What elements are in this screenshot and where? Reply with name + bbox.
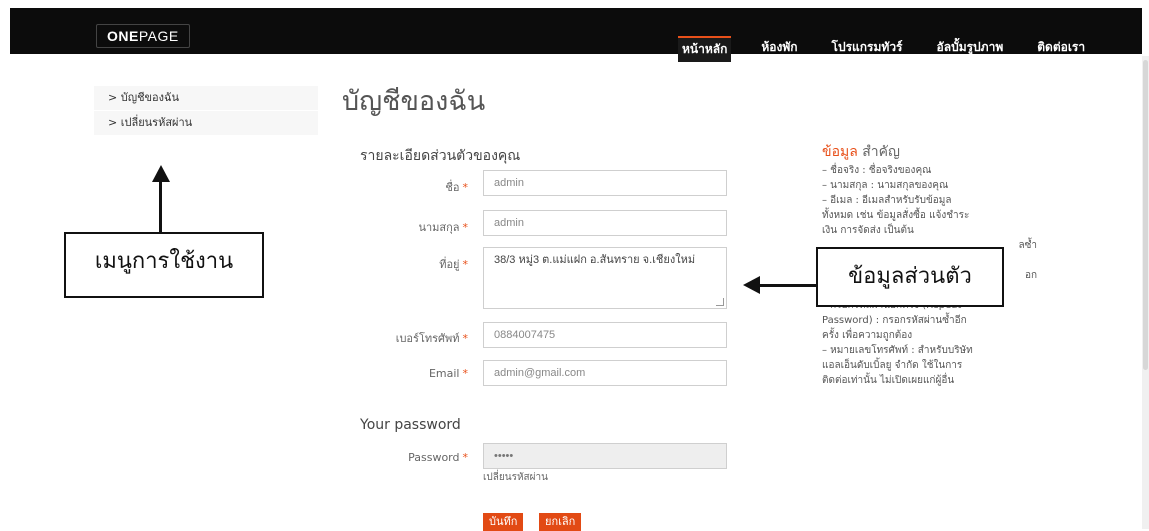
- change-password-link[interactable]: เปลี่ยนรหัสผ่าน: [483, 470, 548, 485]
- main-nav: หน้าหลัก ห้องพัก โปรแกรมทัวร์ อัลบั้มรูป…: [678, 36, 1115, 62]
- last-name-label: นามสกุล *: [418, 221, 469, 234]
- sidebar-menu: > บัญชีของฉัน > เปลี่ยนรหัสผ่าน: [94, 86, 318, 136]
- info-title: ข้อมูล สำคัญ: [822, 144, 900, 160]
- address-value: 38/3 หมู่3 ต.แม่แฝก อ.สันทราย จ.เชียงใหม…: [494, 254, 696, 266]
- info-line: ติดต่อเท่านั้น ไม่เปิดเผยแก่ผู้อื่น: [822, 375, 955, 386]
- last-name-input[interactable]: admin: [483, 210, 727, 236]
- nav-item-home[interactable]: หน้าหลัก: [678, 36, 732, 62]
- phone-label: เบอร์โทรศัพท์ *: [395, 332, 469, 345]
- sidebar-item-my-account[interactable]: > บัญชีของฉัน: [94, 86, 318, 110]
- sidebar-item-change-password[interactable]: > เปลี่ยนรหัสผ่าน: [94, 111, 318, 135]
- required-mark: *: [462, 221, 469, 234]
- required-mark: *: [462, 332, 469, 345]
- nav-item-album[interactable]: อัลบั้มรูปภาพ: [933, 36, 1008, 62]
- first-name-input[interactable]: admin: [483, 170, 727, 196]
- info-line: Password) : กรอกรหัสผ่านซ้ำอีก: [822, 315, 967, 326]
- address-label: ที่อยู่ *: [439, 258, 469, 271]
- resize-handle[interactable]: [716, 298, 724, 306]
- cancel-button[interactable]: ยกเลิก: [539, 513, 582, 531]
- info-line: แอลเอ็นดับเบิ้ลยู จำกัด ใช้ในการ: [822, 360, 963, 371]
- nav-item-contact[interactable]: ติดต่อเรา: [1033, 36, 1089, 62]
- info-line: – ชื่อจริง : ชื่อจริงของคุณ: [822, 165, 932, 176]
- top-margin: [0, 0, 1149, 8]
- email-input[interactable]: admin@gmail.com: [483, 360, 727, 386]
- nav-item-tours[interactable]: โปรแกรมทัวร์: [828, 36, 907, 62]
- scrollbar-thumb[interactable]: [1143, 60, 1148, 370]
- scrollbar[interactable]: [1142, 56, 1149, 529]
- info-line: – อีเมล : อีเมลสำหรับรับข้อมูล: [822, 195, 952, 206]
- nav-item-rooms[interactable]: ห้องพัก: [757, 36, 801, 62]
- arrow-up-shaft: [159, 180, 162, 232]
- email-label: Email *: [428, 367, 469, 380]
- required-mark: *: [462, 258, 469, 271]
- navbar: ONEPAGE หน้าหลัก ห้องพัก โปรแกรมทัวร์ อั…: [10, 8, 1142, 62]
- info-line: ครั้ง เพื่อความถูกต้อง: [822, 330, 913, 341]
- password-label: Password *: [408, 451, 469, 464]
- password-input: •••••: [483, 443, 727, 469]
- first-name-label: ชื่อ *: [445, 181, 469, 194]
- arrow-left-shaft: [758, 284, 816, 287]
- info-line: – หมายเลขโทรศัพท์ : สำหรับบริษัท: [822, 345, 973, 356]
- save-button[interactable]: บันทึก: [483, 513, 524, 531]
- phone-input[interactable]: 0884007475: [483, 322, 727, 348]
- required-mark: *: [462, 367, 469, 380]
- personal-section-title: รายละเอียดส่วนตัวของคุณ: [360, 148, 521, 164]
- info-line: เงิน การจัดส่ง เป็นต้น: [822, 225, 914, 236]
- menu-callout: เมนูการใช้งาน: [64, 232, 264, 298]
- brand-logo[interactable]: ONEPAGE: [96, 24, 190, 48]
- info-line: ทั้งหมด เช่น ข้อมูลสั่งซื้อ แจ้งชำระ: [822, 210, 970, 221]
- required-mark: *: [462, 181, 469, 194]
- address-textarea[interactable]: 38/3 หมู่3 ต.แม่แฝก อ.สันทราย จ.เชียงใหม…: [483, 247, 727, 309]
- password-section-title: Your password: [360, 417, 461, 433]
- page-title: บัญชีของฉัน: [342, 86, 486, 117]
- personal-info-callout: ข้อมูลส่วนตัว: [816, 247, 1004, 307]
- info-line: – นามสกุล : นามสกุลของคุณ: [822, 180, 949, 191]
- required-mark: *: [462, 451, 469, 464]
